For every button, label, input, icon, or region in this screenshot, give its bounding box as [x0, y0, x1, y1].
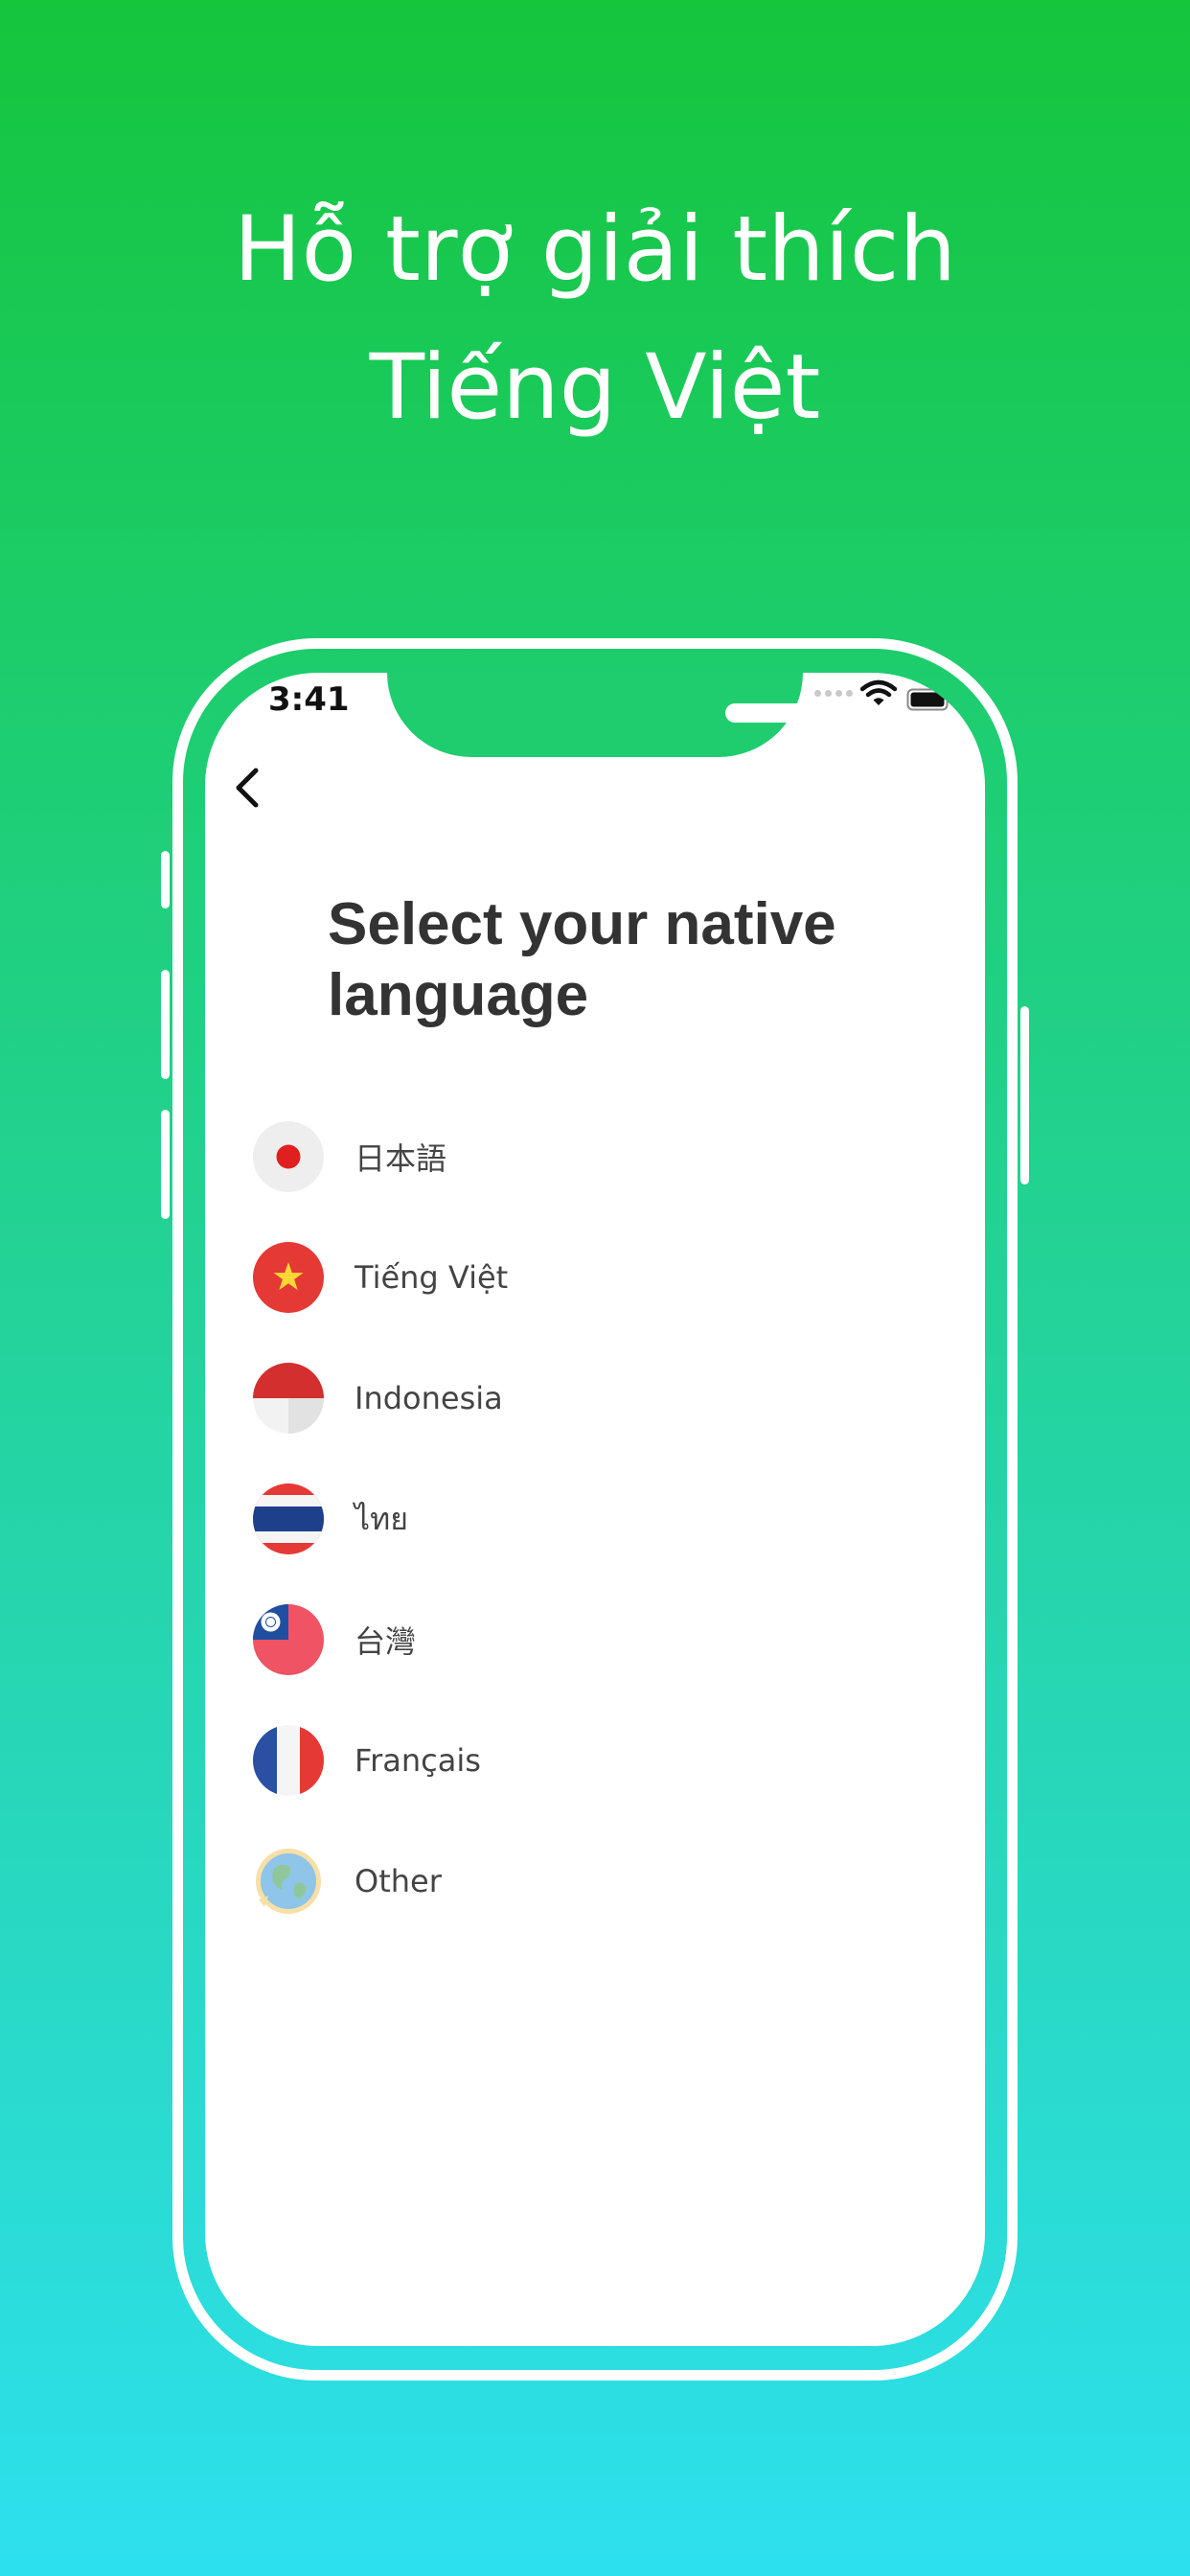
chevron-left-icon — [236, 768, 259, 808]
wifi-icon — [860, 679, 897, 705]
indonesia-flag-icon — [253, 1363, 324, 1434]
language-label: ไทย — [355, 1500, 408, 1537]
speaker-grille — [725, 703, 819, 723]
language-option-other[interactable]: Other — [253, 1838, 924, 1924]
phone-screen: 3:41 Select your native language 日本語 Tiế… — [205, 673, 985, 2346]
phone-volume-up-button — [161, 970, 170, 1079]
promo-headline-line1: Hỗ trợ giải thích — [233, 197, 957, 302]
language-label: 日本語 — [355, 1140, 447, 1177]
phone-notch — [387, 673, 895, 757]
language-option-thai[interactable]: ไทย — [253, 1476, 924, 1562]
taiwan-flag-icon — [253, 1604, 324, 1675]
battery-icon — [906, 688, 952, 711]
promo-headline-line2: Tiếng Việt — [369, 335, 821, 440]
language-option-taiwanese[interactable]: 台灣 — [253, 1597, 924, 1683]
thailand-flag-icon — [253, 1484, 324, 1554]
language-label: Indonesia — [355, 1380, 503, 1416]
vietnam-flag-icon — [253, 1242, 324, 1313]
language-label: Other — [355, 1863, 442, 1899]
language-option-japanese[interactable]: 日本語 — [253, 1114, 924, 1200]
language-label: 台灣 — [355, 1623, 417, 1660]
back-button[interactable] — [218, 759, 276, 816]
cellular-signal-icon — [814, 690, 853, 697]
japan-flag-icon — [253, 1121, 324, 1192]
page-title: Select your native language — [328, 891, 836, 1028]
france-flag-icon — [253, 1725, 324, 1796]
language-option-indonesian[interactable]: Indonesia — [253, 1355, 924, 1441]
status-time: 3:41 — [268, 680, 350, 719]
globe-icon — [256, 1849, 321, 1914]
language-option-vietnamese[interactable]: Tiếng Việt — [253, 1234, 924, 1321]
language-label: Français — [355, 1742, 481, 1779]
phone-power-button — [1020, 1006, 1029, 1184]
phone-mute-switch — [161, 851, 170, 908]
language-option-french[interactable]: Français — [253, 1717, 924, 1804]
phone-volume-down-button — [161, 1110, 170, 1219]
language-label: Tiếng Việt — [355, 1259, 509, 1296]
